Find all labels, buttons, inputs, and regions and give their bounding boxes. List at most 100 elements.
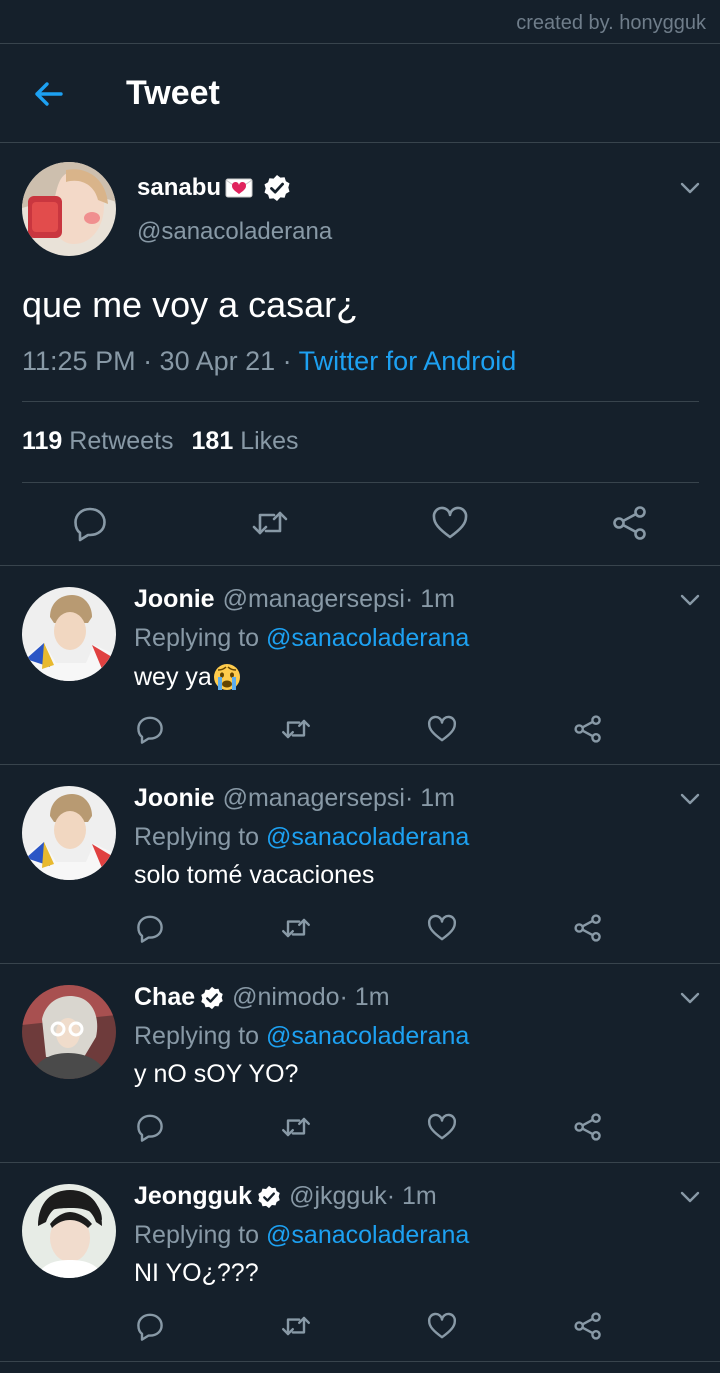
reply-text-row: y nO sOY YO? — [134, 1060, 298, 1089]
retweet-icon[interactable] — [250, 503, 290, 543]
reply-text-row: solo tomé vacaciones — [134, 861, 374, 890]
chevron-down-icon[interactable] — [678, 787, 702, 811]
reply-timestamp: · 1m — [405, 585, 455, 613]
replying-to-label: Replying to — [134, 624, 267, 652]
chevron-down-icon[interactable] — [678, 588, 702, 612]
share-icon[interactable] — [572, 912, 604, 944]
avatar[interactable] — [22, 162, 116, 256]
reply-timestamp: · 1m — [405, 784, 455, 812]
like-heart-icon[interactable] — [426, 1310, 458, 1342]
replying-to-mention[interactable]: @sanacoladerana — [266, 1221, 469, 1249]
retweet-icon[interactable] — [280, 1310, 312, 1342]
reply-author-handle[interactable]: @jkgguk — [289, 1182, 387, 1211]
chevron-down-icon[interactable] — [678, 986, 702, 1010]
reply-icon[interactable] — [70, 503, 110, 543]
reply-icon[interactable] — [134, 1310, 166, 1342]
retweet-icon[interactable] — [280, 713, 312, 745]
like-heart-icon[interactable] — [430, 503, 470, 543]
tweet-source-link[interactable]: Twitter for Android — [299, 346, 517, 376]
retweets-label: Retweets — [69, 427, 174, 455]
reply-icon[interactable] — [134, 1111, 166, 1143]
reply-text: solo tomé vacaciones — [134, 861, 375, 889]
reply-timestamp: · 1m — [386, 1182, 437, 1210]
replying-to-mention[interactable]: @sanacoladerana — [266, 1022, 469, 1050]
replying-to: Replying to @sanacoladerana — [134, 624, 469, 653]
replying-to: Replying to @sanacoladerana — [134, 1221, 469, 1250]
share-icon[interactable] — [572, 1111, 604, 1143]
reply-text: y nO sOY YO? — [134, 1060, 299, 1088]
reply-author-name[interactable]: Jeongguk — [134, 1182, 252, 1211]
reply-icon[interactable] — [134, 713, 166, 745]
share-icon[interactable] — [572, 713, 604, 745]
like-heart-icon[interactable] — [426, 713, 458, 745]
top-bar: Tweet — [0, 44, 720, 142]
chevron-down-icon[interactable] — [678, 176, 702, 200]
author-name-text: sanabu — [137, 174, 222, 201]
reply-text: wey ya — [134, 662, 212, 691]
reply-author-name[interactable]: Joonie — [134, 585, 215, 614]
retweet-icon[interactable] — [280, 1111, 312, 1143]
likes-label: Likes — [240, 427, 299, 455]
tweet-text: que me voy a casar¿ — [22, 284, 359, 325]
page-title: Tweet — [126, 74, 220, 112]
reply-author-handle[interactable]: @managersepsi — [223, 784, 405, 813]
reply-text: NI YO¿??? — [134, 1259, 259, 1287]
stats-divider — [22, 482, 699, 483]
replying-to: Replying to @sanacoladerana — [134, 1022, 469, 1051]
reply-actions — [134, 713, 614, 747]
reply-header: Chae @nimodo · 1m — [134, 983, 390, 1012]
replying-to-label: Replying to — [134, 823, 267, 851]
credit-text: created by. honygguk — [516, 12, 706, 34]
reply-header: Joonie @managersepsi · 1m — [134, 585, 455, 614]
reply-item[interactable]: Jeongguk @jkgguk · 1m Replying to @sanac… — [0, 1162, 720, 1361]
verified-badge-icon — [263, 174, 291, 202]
avatar[interactable] — [22, 985, 116, 1079]
author-handle[interactable]: @sanacoladerana — [137, 218, 332, 246]
reply-icon[interactable] — [134, 912, 166, 944]
reply-actions — [134, 1111, 614, 1145]
reply-author-name[interactable]: Joonie — [134, 784, 215, 813]
reply-item[interactable]: Chae @nimodo · 1m Replying to @sanacolad… — [0, 963, 720, 1162]
reply-actions — [134, 1310, 614, 1344]
retweets-stat[interactable]: 119 Retweets — [22, 427, 174, 455]
avatar[interactable] — [22, 587, 116, 681]
reply-text-row: NI YO¿??? — [134, 1259, 259, 1288]
likes-count: 181 — [191, 427, 234, 455]
retweet-icon[interactable] — [280, 912, 312, 944]
like-heart-icon[interactable] — [426, 1111, 458, 1143]
avatar[interactable] — [22, 786, 116, 880]
reply-timestamp: · 1m — [339, 983, 390, 1011]
reply-author-handle[interactable]: @managersepsi — [223, 585, 405, 614]
love-letter-emoji-icon — [225, 178, 253, 198]
author-name[interactable]: sanabu — [137, 174, 291, 202]
reply-author-name[interactable]: Chae — [134, 983, 195, 1012]
reply-header: Joonie @managersepsi · 1m — [134, 784, 455, 813]
likes-stat[interactable]: 181 Likes — [192, 427, 299, 455]
reply-text-row: wey ya — [134, 662, 242, 692]
tweet-meta: 11:25 PM · 30 Apr 21 · Twitter for Andro… — [22, 346, 516, 377]
meta-divider — [22, 401, 699, 402]
replying-to-mention[interactable]: @sanacoladerana — [266, 823, 469, 851]
reply-header: Jeongguk @jkgguk · 1m — [134, 1182, 437, 1211]
reply-item[interactable]: Joonie @managersepsi · 1m Replying to @s… — [0, 565, 720, 764]
verified-badge-icon — [257, 1185, 281, 1209]
share-icon[interactable] — [572, 1310, 604, 1342]
reply-divider — [0, 1361, 720, 1362]
replying-to-mention[interactable]: @sanacoladerana — [266, 624, 469, 652]
crying-face-emoji-icon — [212, 662, 242, 692]
back-arrow-icon[interactable] — [30, 76, 66, 112]
tweet-stats: 119 Retweets 181 Likes — [22, 427, 299, 456]
replying-to: Replying to @sanacoladerana — [134, 823, 469, 852]
replying-to-label: Replying to — [134, 1022, 267, 1050]
header-divider — [0, 142, 720, 143]
chevron-down-icon[interactable] — [678, 1185, 702, 1209]
replying-to-label: Replying to — [134, 1221, 267, 1249]
verified-badge-icon — [200, 986, 224, 1010]
avatar[interactable] — [22, 1184, 116, 1278]
retweets-count: 119 — [22, 427, 63, 455]
reply-item[interactable]: Joonie @managersepsi · 1m Replying to @s… — [0, 764, 720, 963]
share-icon[interactable] — [610, 503, 650, 543]
reply-author-handle[interactable]: @nimodo — [232, 983, 339, 1012]
tweet-timestamp: 11:25 PM · 30 Apr 21 · — [22, 346, 299, 376]
like-heart-icon[interactable] — [426, 912, 458, 944]
